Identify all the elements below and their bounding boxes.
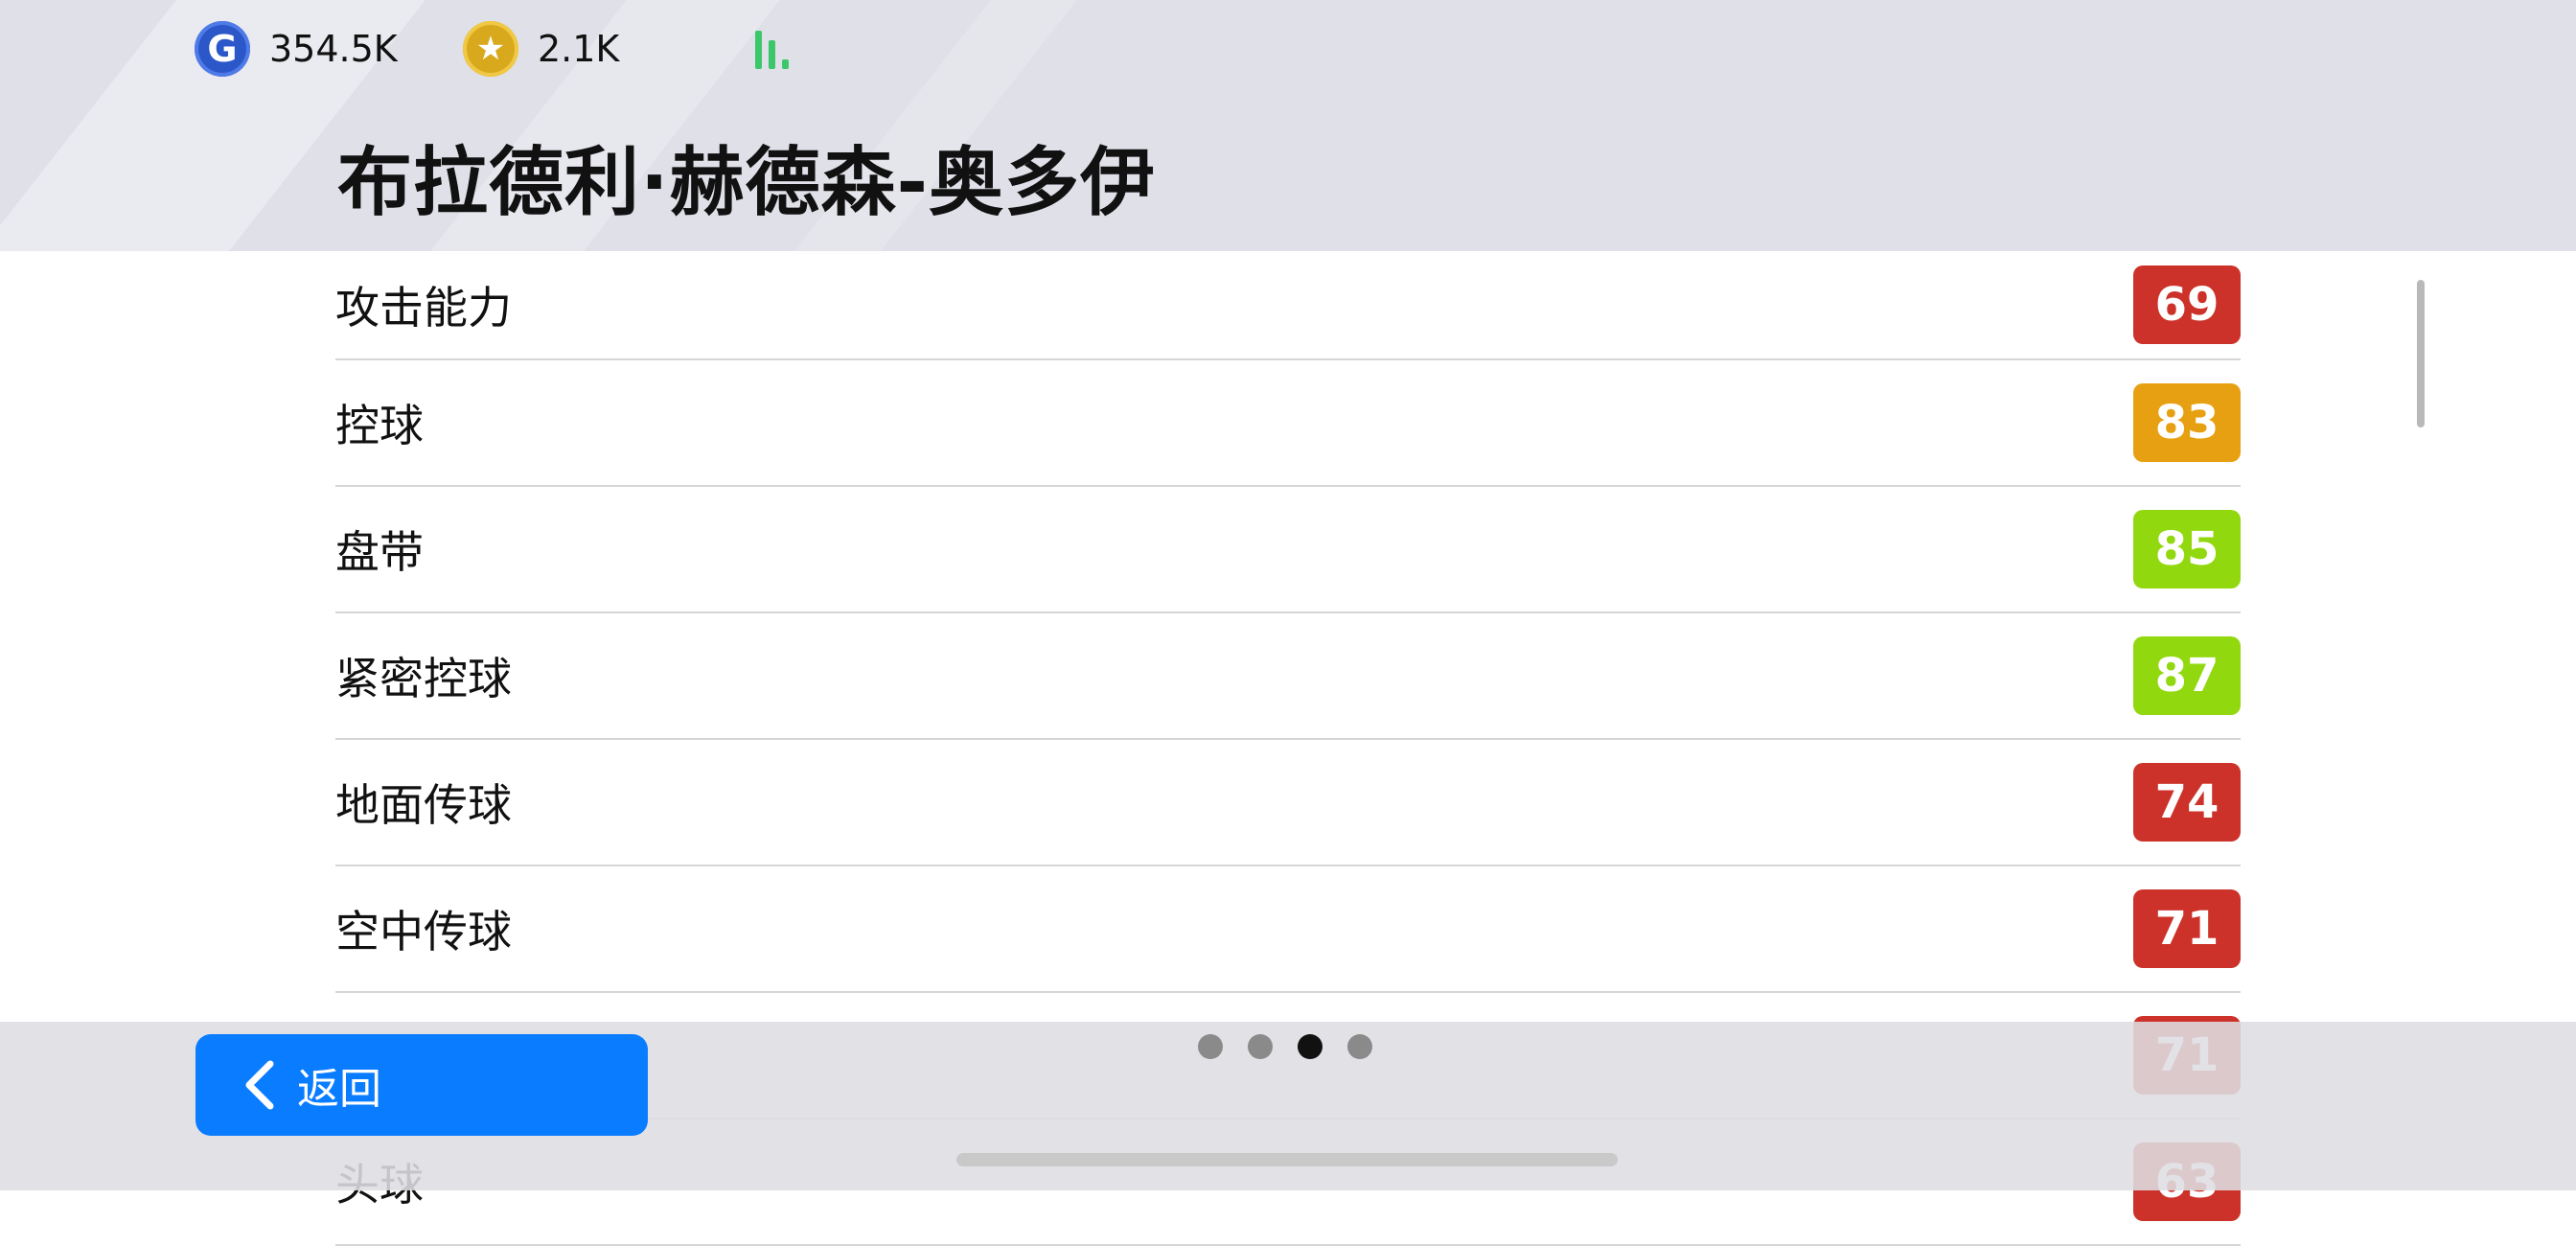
stat-label: 控球 bbox=[335, 400, 424, 451]
page-dot[interactable] bbox=[1298, 1034, 1322, 1059]
page-dot[interactable] bbox=[1248, 1034, 1273, 1059]
connection-signal-icon bbox=[755, 29, 797, 69]
header-bar: G 354.5K ★ 2.1K 布拉德利·赫德森-奥多伊 bbox=[0, 0, 2576, 251]
stat-row: 攻击能力 69 bbox=[335, 251, 2241, 360]
stat-row: 盘带 85 bbox=[335, 487, 2241, 613]
page-indicator bbox=[1198, 1034, 1372, 1059]
chevron-left-icon bbox=[245, 1060, 274, 1110]
bottom-bar: 返回 bbox=[0, 1022, 2576, 1190]
page-dot[interactable] bbox=[1198, 1034, 1223, 1059]
stat-value-badge: 83 bbox=[2133, 383, 2241, 462]
gp-value: 354.5K bbox=[269, 28, 398, 70]
coin-icon: ★ bbox=[463, 21, 518, 77]
stat-label: 空中传球 bbox=[335, 906, 512, 958]
stat-label: 紧密控球 bbox=[335, 653, 512, 704]
stat-label: 地面传球 bbox=[335, 779, 512, 831]
player-name: 布拉德利·赫德森-奥多伊 bbox=[337, 140, 1157, 226]
stats-scrollbar[interactable] bbox=[2417, 280, 2425, 427]
stat-row: 空中传球 71 bbox=[335, 866, 2241, 993]
stat-row: 地面传球 74 bbox=[335, 740, 2241, 866]
stat-label: 盘带 bbox=[335, 526, 424, 578]
stat-label: 攻击能力 bbox=[335, 282, 512, 334]
back-button[interactable]: 返回 bbox=[196, 1034, 648, 1136]
page-dot[interactable] bbox=[1347, 1034, 1372, 1059]
gp-icon: G bbox=[195, 21, 250, 77]
coins-value: 2.1K bbox=[538, 28, 620, 70]
home-indicator[interactable] bbox=[956, 1153, 1618, 1166]
gp-balance: G 354.5K bbox=[195, 21, 398, 77]
coins-balance: ★ 2.1K bbox=[463, 21, 619, 77]
stat-value-badge: 85 bbox=[2133, 510, 2241, 588]
stat-value-badge: 71 bbox=[2133, 889, 2241, 968]
stat-row: 紧密控球 87 bbox=[335, 613, 2241, 740]
stat-value-badge: 74 bbox=[2133, 763, 2241, 842]
back-button-label: 返回 bbox=[297, 1065, 381, 1114]
stat-value-badge: 69 bbox=[2133, 265, 2241, 344]
stat-row: 控球 83 bbox=[335, 360, 2241, 487]
stat-value-badge: 87 bbox=[2133, 636, 2241, 715]
